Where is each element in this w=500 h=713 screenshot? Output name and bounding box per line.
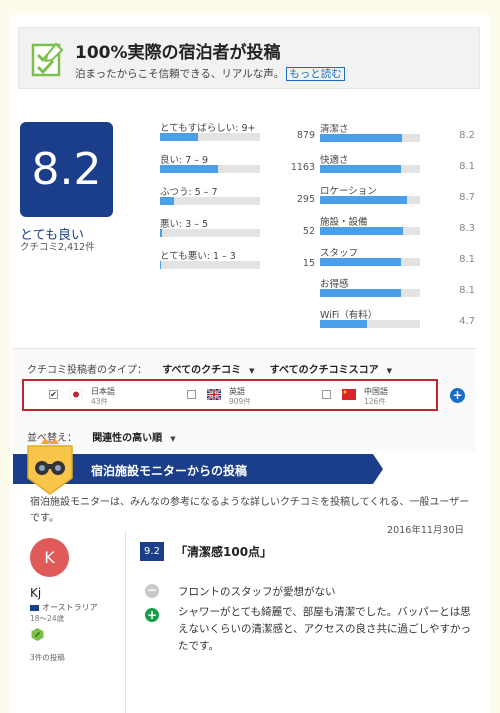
banner-subtitle: 泊まったからこそ信頼できる、リアルな声。 もっと読む	[75, 66, 345, 81]
distribution-count: 879	[296, 130, 315, 141]
distribution-count: 52	[302, 226, 315, 237]
reviewer-level-icon	[31, 628, 44, 641]
category-score: 8.7	[459, 192, 475, 203]
category-label: 快適さ	[320, 155, 349, 166]
category-label: 施設・設備	[320, 217, 368, 228]
language-checkbox[interactable]: ✔	[49, 390, 58, 399]
category-label: ロケーション	[320, 186, 377, 197]
category-score: 8.1	[459, 254, 475, 265]
review-date: 2016年11月30日	[387, 525, 464, 536]
language-count: 909件	[229, 397, 251, 406]
language-checkbox[interactable]	[322, 390, 331, 399]
language-checkbox[interactable]	[187, 390, 196, 399]
distribution-label: 良い: 7 – 9	[160, 155, 209, 166]
category-label: お得感	[320, 279, 349, 290]
category-label: WiFi（有料）	[320, 310, 378, 321]
reviewer-age: 18～24歳	[30, 614, 65, 623]
reviewer-type-label: クチコミ投稿者のタイプ：	[27, 365, 147, 376]
category-bar	[320, 196, 420, 204]
distribution-bar	[160, 197, 260, 205]
distribution-row[interactable]: ふつう: 5 – 7 295	[160, 184, 315, 212]
reviewer-type-filter: クチコミ投稿者のタイプ： すべてのクチコミ ▼ すべてのクチコミスコア ▼	[27, 361, 392, 376]
more-languages-button[interactable]: +	[450, 388, 465, 403]
distribution-count: 1163	[290, 162, 315, 173]
category-row: 清潔さ 8.2	[320, 121, 475, 149]
distribution-label: ふつう: 5 – 7	[160, 187, 218, 198]
category-bar	[320, 258, 420, 266]
uk-flag-icon	[207, 389, 221, 400]
distribution-row[interactable]: とても悪い: 1 – 3 15	[160, 248, 315, 276]
plus-icon: +	[145, 608, 159, 622]
language-filter: ✔ 日本語 43件 英語 909件 中国語 126件	[22, 379, 438, 411]
banner-arrow	[373, 454, 383, 484]
distribution-row[interactable]: 良い: 7 – 9 1163	[160, 152, 315, 180]
japan-flag-icon	[69, 389, 83, 400]
reviewer-country: オーストラリア	[30, 602, 98, 613]
distribution-bar	[160, 229, 260, 237]
distribution-bar	[160, 133, 260, 141]
reviewer-name: Kj	[30, 586, 42, 600]
category-bar	[320, 289, 420, 297]
category-row: お得感 8.1	[320, 276, 475, 304]
distribution-label: 悪い: 3 – 5	[160, 219, 209, 230]
category-bar	[320, 165, 420, 173]
filter-panel: クチコミ投稿者のタイプ： すべてのクチコミ ▼ すべてのクチコミスコア ▼ ✔ 日本…	[13, 348, 476, 451]
chevron-down-icon: ▼	[386, 367, 392, 375]
category-score: 4.7	[459, 316, 475, 327]
category-label: 清潔さ	[320, 124, 349, 135]
review-count: クチコミ2,412件	[20, 242, 95, 253]
score-filter-select[interactable]: すべてのクチコミスコア	[270, 365, 379, 376]
category-score: 8.1	[459, 285, 475, 296]
category-score: 8.2	[459, 130, 475, 141]
category-row: 施設・設備 8.3	[320, 214, 475, 242]
reviewer-country-text: オーストラリア	[42, 603, 98, 612]
category-bar	[320, 320, 420, 328]
language-option-japanese[interactable]: ✔ 日本語 43件	[49, 386, 159, 408]
review-score: 9.2	[140, 542, 164, 561]
review-card: 100%実際の宿泊者が投稿 泊まったからこそ信頼できる、リアルな声。 もっと読む …	[10, 15, 490, 713]
chevron-down-icon: ▼	[249, 367, 255, 375]
chevron-down-icon: ▼	[170, 435, 176, 443]
china-flag-icon	[342, 389, 356, 400]
review-title: 「清潔感100点」	[175, 545, 273, 559]
distribution-row[interactable]: とてもすばらしい: 9+ 879	[160, 120, 315, 148]
category-score: 8.1	[459, 161, 475, 172]
australia-flag-icon	[30, 604, 39, 611]
distribution-bar	[160, 261, 260, 269]
monitor-badge-icon	[27, 438, 73, 495]
banner-subtitle-text: 泊まったからこそ信頼できる、リアルな声。	[75, 68, 285, 80]
review-negative: フロントのスタッフが愛想がない	[178, 586, 336, 598]
distribution-label: とてもすばらしい: 9+	[160, 123, 256, 134]
overall-score: 8.2	[20, 122, 113, 217]
avatar: K	[30, 538, 69, 577]
category-row: 快適さ 8.1	[320, 152, 475, 180]
language-option-english[interactable]: 英語 909件	[187, 386, 297, 408]
minus-icon: −	[145, 583, 159, 598]
category-score: 8.3	[459, 223, 475, 234]
divider	[125, 530, 126, 713]
language-option-chinese[interactable]: 中国語 126件	[322, 386, 432, 408]
category-bar	[320, 134, 420, 142]
category-bar	[320, 227, 420, 235]
reviewer-type-select[interactable]: すべてのクチコミ	[162, 365, 241, 376]
category-row: WiFi（有料） 4.7	[320, 307, 475, 335]
category-row: スタッフ 8.1	[320, 245, 475, 273]
sort-select[interactable]: 関連性の高い順	[92, 433, 162, 444]
read-more-link[interactable]: もっと読む	[286, 67, 345, 81]
language-count: 126件	[364, 397, 386, 406]
reviewer-posts: 3件の投稿	[30, 653, 65, 662]
review-positive: シャワーがとても綺麗で、部屋も清潔でした。バッパーとは思えないくらいの清潔感と、…	[178, 606, 471, 652]
distribution-count: 15	[302, 258, 315, 269]
monitor-title: 宿泊施設モニターからの投稿	[91, 464, 248, 478]
distribution-label: とても悪い: 1 – 3	[160, 251, 236, 262]
category-row: ロケーション 8.7	[320, 183, 475, 211]
banner-title: 100%実際の宿泊者が投稿	[75, 43, 281, 63]
language-count: 43件	[91, 397, 109, 406]
category-label: スタッフ	[320, 248, 359, 259]
trust-banner: 100%実際の宿泊者が投稿 泊まったからこそ信頼できる、リアルな声。 もっと読む	[18, 27, 480, 89]
distribution-row[interactable]: 悪い: 3 – 5 52	[160, 216, 315, 244]
distribution-count: 295	[296, 194, 315, 205]
checklist-icon	[31, 42, 64, 77]
distribution-bar	[160, 165, 260, 173]
